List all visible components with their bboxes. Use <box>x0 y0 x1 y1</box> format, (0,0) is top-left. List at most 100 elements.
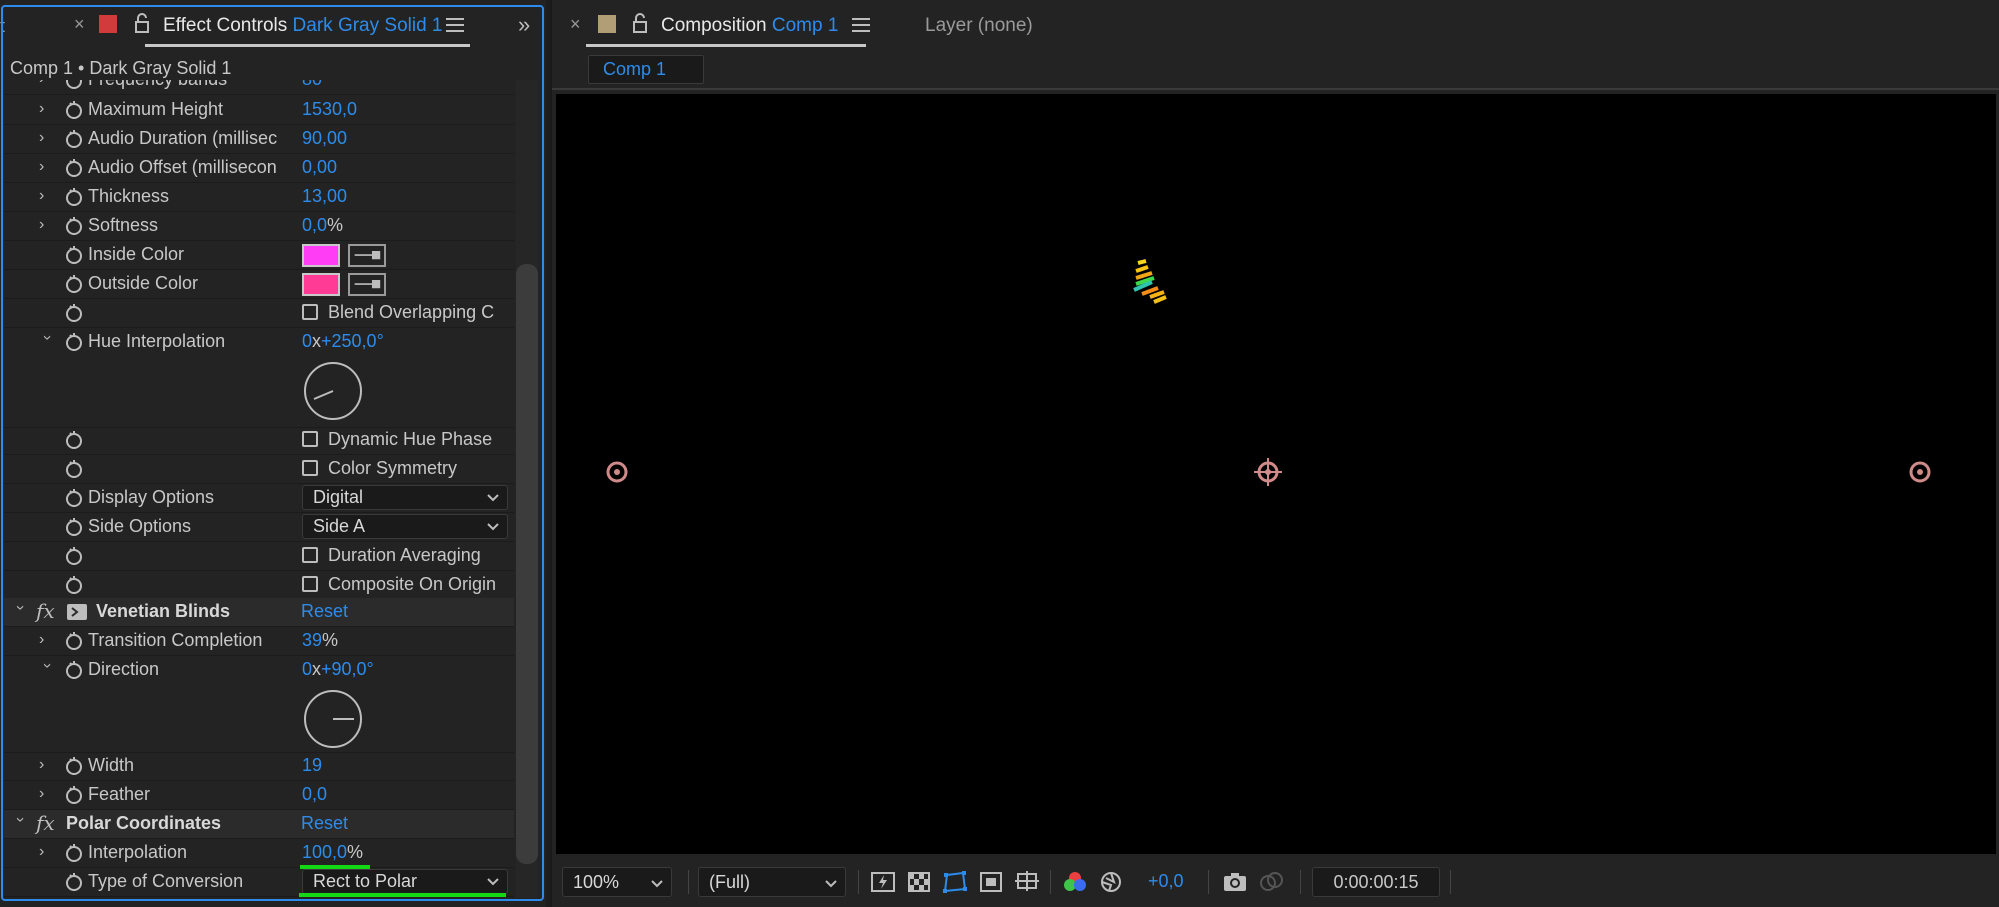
property-value[interactable]: 0,0% <box>302 215 343 236</box>
property-row-side-options[interactable]: Side Options Side A <box>4 513 514 542</box>
property-row-dynamic-hue-phase[interactable]: Dynamic Hue Phase <box>4 426 514 455</box>
stopwatch-icon[interactable] <box>64 303 84 323</box>
checkbox[interactable] <box>302 576 318 592</box>
fast-previews-icon[interactable] <box>870 870 896 894</box>
mask-visibility-icon[interactable] <box>942 870 968 894</box>
property-value[interactable]: 100,0% <box>302 842 363 863</box>
property-value[interactable]: 80 <box>302 80 322 90</box>
property-row-thickness[interactable]: › Thickness 13,00 <box>4 183 514 212</box>
label-color-swatch[interactable] <box>598 15 616 33</box>
property-value[interactable]: 19 <box>302 755 322 776</box>
angle-dial[interactable] <box>304 690 362 748</box>
property-row-hue-interpolation[interactable]: › Hue Interpolation 0x+250,0° <box>4 328 514 428</box>
stopwatch-icon[interactable] <box>64 129 84 149</box>
reset-button[interactable]: Reset <box>301 813 348 834</box>
checkbox[interactable] <box>302 460 318 476</box>
current-time-display[interactable]: 0:00:00:15 <box>1312 867 1440 897</box>
property-row-frequency-bands[interactable]: › Frequency bands 80 <box>4 80 514 95</box>
expand-arrow-icon[interactable]: › <box>39 187 53 207</box>
property-value[interactable]: 0,0 <box>302 784 327 805</box>
property-row-color-symmetry[interactable]: Color Symmetry <box>4 455 514 484</box>
stopwatch-icon[interactable] <box>64 100 84 120</box>
stopwatch-icon[interactable] <box>64 546 84 566</box>
angle-value[interactable]: 0x+90,0° <box>302 659 374 680</box>
stopwatch-icon[interactable] <box>64 660 84 680</box>
expand-arrow-icon[interactable]: › <box>39 129 53 149</box>
reset-button[interactable]: Reset <box>301 601 348 622</box>
expand-arrow-icon[interactable]: › <box>39 631 53 651</box>
stopwatch-icon[interactable] <box>64 158 84 178</box>
stopwatch-icon[interactable] <box>64 459 84 479</box>
stopwatch-icon[interactable] <box>64 430 84 450</box>
stopwatch-icon[interactable] <box>64 274 84 294</box>
zoom-dropdown[interactable]: 100% <box>562 867 672 897</box>
expanded-arrow-icon[interactable]: › <box>36 335 56 349</box>
property-row-inside-color[interactable]: Inside Color <box>4 241 514 270</box>
composition-viewer[interactable] <box>556 94 1996 854</box>
property-row-maximum-height[interactable]: › Maximum Height 1530,0 <box>4 96 514 125</box>
property-row-display-options[interactable]: Display Options Digital <box>4 484 514 513</box>
expand-arrow-icon[interactable]: › <box>39 843 53 863</box>
property-row-composite-on-origin[interactable]: Composite On Origin <box>4 571 514 600</box>
tab-effect-controls[interactable]: Effect Controls Dark Gray Solid 1 <box>163 15 443 37</box>
reset-exposure-icon[interactable] <box>1098 870 1124 894</box>
type-of-conversion-dropdown[interactable]: Rect to Polar <box>302 869 508 894</box>
expand-arrow-icon[interactable]: › <box>39 216 53 236</box>
stopwatch-icon[interactable] <box>64 488 84 508</box>
stopwatch-icon[interactable] <box>64 187 84 207</box>
effect-group-venetian-blinds[interactable]: › fx Venetian Blinds Reset <box>4 598 514 627</box>
stopwatch-icon[interactable] <box>64 216 84 236</box>
expand-arrow-icon[interactable]: › <box>39 80 53 90</box>
label-color-swatch[interactable] <box>99 15 117 33</box>
property-row-audio-offset[interactable]: › Audio Offset (millisecon 0,00 <box>4 154 514 183</box>
stopwatch-icon[interactable] <box>64 517 84 537</box>
color-channels-icon[interactable] <box>1062 870 1088 894</box>
effect-group-polar-coordinates[interactable]: › fx Polar Coordinates Reset <box>4 810 514 839</box>
expand-arrow-icon[interactable]: › <box>39 158 53 178</box>
lock-icon[interactable] <box>134 13 150 33</box>
expand-arrow-icon[interactable]: › <box>39 100 53 120</box>
property-value[interactable]: 0,00 <box>302 157 337 178</box>
property-row-audio-duration[interactable]: › Audio Duration (millisec 90,00 <box>4 125 514 154</box>
exposure-value[interactable]: +0,0 <box>1148 871 1184 892</box>
stopwatch-icon[interactable] <box>64 785 84 805</box>
fx-toggle[interactable]: fx <box>36 599 55 623</box>
property-row-duration-averaging[interactable]: Duration Averaging <box>4 542 514 571</box>
eyedropper-icon[interactable] <box>348 244 386 267</box>
display-options-dropdown[interactable]: Digital <box>302 485 508 510</box>
checkbox[interactable] <box>302 431 318 447</box>
stopwatch-icon[interactable] <box>64 843 84 863</box>
checkbox[interactable] <box>302 304 318 320</box>
stopwatch-icon[interactable] <box>64 332 84 352</box>
property-row-feather[interactable]: › Feather 0,0 <box>4 781 514 810</box>
side-options-dropdown[interactable]: Side A <box>302 514 508 539</box>
panel-overflow-icon[interactable]: » <box>518 12 530 38</box>
grid-guides-icon[interactable] <box>1014 870 1040 894</box>
stopwatch-icon[interactable] <box>64 872 84 892</box>
panel-menu-icon[interactable] <box>852 18 870 32</box>
fx-toggle[interactable]: fx <box>36 811 55 835</box>
expanded-arrow-icon[interactable]: › <box>9 817 29 831</box>
property-value[interactable]: 13,00 <box>302 186 347 207</box>
eyedropper-icon[interactable] <box>348 273 386 296</box>
expanded-arrow-icon[interactable]: › <box>36 663 56 677</box>
property-row-interpolation[interactable]: › Interpolation 100,0% <box>4 839 514 869</box>
property-row-blend-overlapping[interactable]: Blend Overlapping C <box>4 299 514 328</box>
stopwatch-icon[interactable] <box>64 80 84 90</box>
stopwatch-icon[interactable] <box>64 756 84 776</box>
snapshot-camera-icon[interactable] <box>1222 870 1248 894</box>
property-row-outside-color[interactable]: Outside Color <box>4 270 514 299</box>
expand-arrow-icon[interactable]: › <box>39 756 53 776</box>
color-swatch[interactable] <box>302 244 340 267</box>
stopwatch-icon[interactable] <box>64 631 84 651</box>
stopwatch-icon[interactable] <box>64 245 84 265</box>
property-value[interactable]: 90,00 <box>302 128 347 149</box>
expand-arrow-icon[interactable]: › <box>39 785 53 805</box>
color-swatch[interactable] <box>302 273 340 296</box>
expanded-arrow-icon[interactable]: › <box>9 605 29 619</box>
transparency-grid-icon[interactable] <box>906 870 932 894</box>
show-snapshot-icon[interactable] <box>1258 870 1284 894</box>
lock-icon[interactable] <box>632 13 648 33</box>
panel-menu-icon[interactable] <box>446 18 464 32</box>
comp-navigator-tab[interactable]: Comp 1 <box>588 55 704 84</box>
